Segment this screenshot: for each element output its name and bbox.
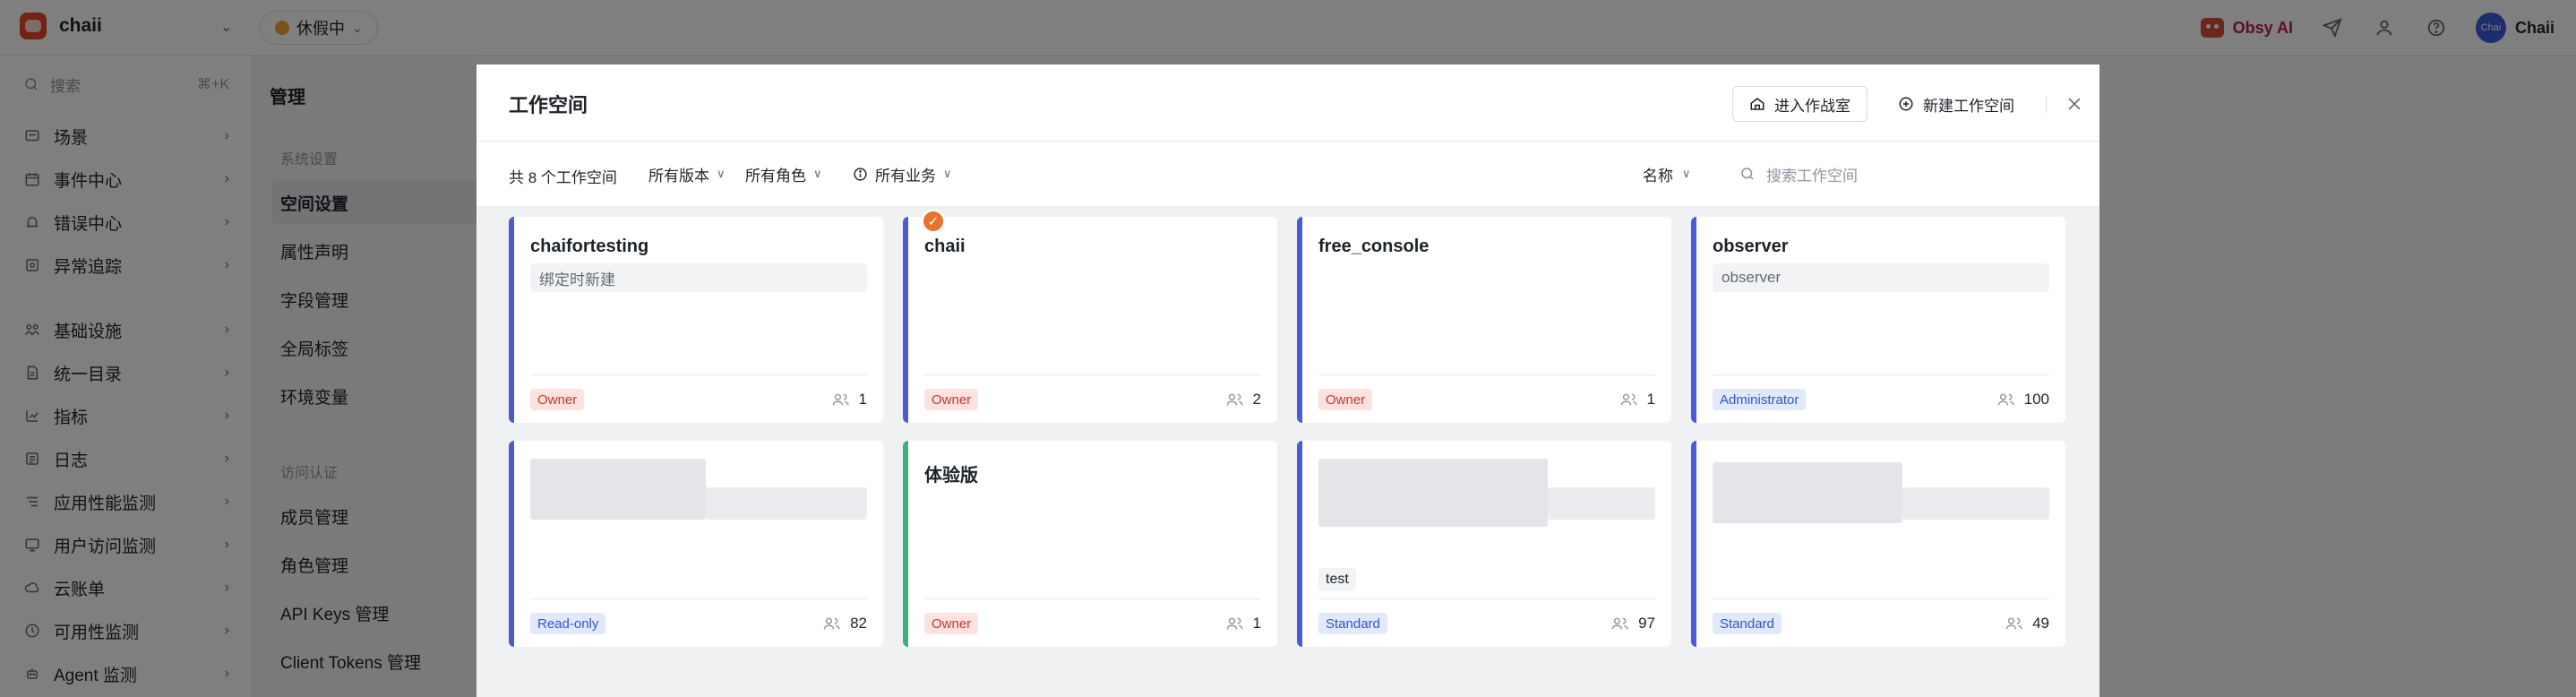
version-filter[interactable]: 所有版本 ∨ — [648, 163, 726, 185]
create-workspace-button[interactable]: 新建工作空间 — [1881, 86, 2031, 122]
member-count-value: 49 — [2032, 615, 2049, 632]
workspace-card[interactable]: Standard 49 — [1691, 441, 2065, 647]
members-icon — [2005, 617, 2022, 630]
workspace-card[interactable]: 体验版 Owner 1 — [903, 441, 1277, 647]
workspace-description: 绑定时新建 — [530, 263, 867, 292]
plus-circle-icon — [1899, 97, 1913, 111]
card-divider — [1318, 374, 1655, 375]
workspace-card[interactable]: chaifortesting 绑定时新建 Owner 1 — [509, 217, 883, 423]
modal-header: 工作空间 进入作战室 新建工作空间 — [477, 65, 2099, 142]
card-divider — [1318, 598, 1655, 599]
description-placeholder — [706, 487, 867, 520]
card-divider — [530, 598, 867, 599]
role-badge: Administrator — [1713, 389, 1807, 410]
version-filter-label: 所有版本 — [648, 167, 709, 185]
workspace-name: 体验版 — [924, 466, 978, 486]
workspace-name: chaifortesting — [530, 237, 649, 256]
header-divider — [2046, 97, 2047, 113]
member-count: 97 — [1611, 613, 1655, 634]
workspace-modal: 工作空间 进入作战室 新建工作空间 共 8 个工作空间 所有版本 ∨ 所有角色 … — [477, 65, 2099, 697]
description-placeholder — [1548, 487, 1655, 520]
chevron-down-icon: ∨ — [717, 167, 726, 180]
member-count: 1 — [1226, 613, 1261, 634]
member-count-value: 2 — [1252, 391, 1261, 408]
sort-label: 名称 — [1643, 167, 1673, 185]
role-badge: Standard — [1713, 613, 1782, 634]
workspace-name: chaii — [924, 237, 966, 256]
home-icon — [1750, 98, 1765, 110]
name-placeholder — [530, 459, 706, 520]
card-divider — [530, 374, 867, 375]
business-filter-label: 所有业务 — [875, 167, 936, 185]
member-count: 100 — [1997, 389, 2049, 410]
role-filter-label: 所有角色 — [745, 167, 806, 185]
chevron-down-icon: ∨ — [943, 167, 952, 180]
workspace-name: observer — [1713, 237, 1789, 256]
role-badge: Owner — [924, 389, 979, 410]
chevron-down-icon: ∨ — [813, 167, 822, 180]
name-placeholder — [1318, 459, 1548, 527]
member-count: 1 — [1620, 389, 1655, 410]
role-badge: Owner — [530, 389, 585, 410]
workspace-card[interactable]: Read-only 82 — [509, 441, 883, 647]
member-count-value: 100 — [2023, 391, 2049, 408]
workspace-search-input[interactable]: 搜索工作空间 — [1739, 159, 2071, 188]
info-icon — [854, 167, 867, 181]
member-count-value: 82 — [850, 615, 867, 632]
role-badge: Standard — [1318, 613, 1387, 634]
workspace-tag: test — [1318, 568, 1356, 591]
role-badge: Owner — [1318, 389, 1373, 410]
search-icon — [1741, 168, 1754, 180]
workspace-card-current[interactable]: chaii Owner 2 — [903, 217, 1277, 423]
members-icon — [1226, 617, 1243, 630]
members-icon — [1620, 393, 1637, 406]
member-count-value: 1 — [858, 391, 867, 408]
workspace-card[interactable]: test Standard 97 — [1297, 441, 1671, 647]
name-placeholder — [1713, 462, 1902, 523]
workspace-search-placeholder: 搜索工作空间 — [1766, 167, 1858, 185]
workspace-description: observer — [1713, 263, 2049, 292]
members-icon — [823, 617, 840, 630]
role-filter[interactable]: 所有角色 ∨ — [745, 163, 822, 185]
enter-war-room-label: 进入作战室 — [1774, 97, 1850, 115]
sort-selector[interactable]: 名称 ∨ — [1643, 163, 1691, 185]
member-count: 1 — [832, 389, 867, 410]
role-badge: Read-only — [530, 613, 606, 634]
workspace-count: 共 8 个工作空间 — [509, 169, 617, 186]
workspace-name: free_console — [1318, 237, 1430, 256]
modal-title: 工作空间 — [509, 94, 588, 116]
card-divider — [1713, 374, 2049, 375]
members-icon — [1997, 393, 2014, 406]
role-badge: Owner — [924, 613, 979, 634]
card-divider — [1713, 598, 2049, 599]
member-count: 82 — [823, 613, 867, 634]
members-icon — [1611, 617, 1628, 630]
members-icon — [832, 393, 849, 406]
member-count-value: 97 — [1638, 615, 1655, 632]
member-count-value: 1 — [1646, 391, 1655, 408]
chevron-down-icon: ∨ — [1682, 167, 1691, 180]
description-placeholder — [1902, 487, 2049, 520]
workspace-card[interactable]: free_console Owner 1 — [1297, 217, 1671, 423]
filter-bar: 共 8 个工作空间 所有版本 ∨ 所有角色 ∨ 所有业务 ∨ 名称 ∨ 搜索工作… — [477, 142, 2099, 206]
members-icon — [1226, 393, 1243, 406]
member-count-value: 1 — [1252, 615, 1261, 632]
create-workspace-label: 新建工作空间 — [1923, 97, 2014, 115]
current-workspace-check-icon: ✓ — [922, 210, 945, 233]
card-divider — [924, 598, 1261, 599]
enter-war-room-button[interactable]: 进入作战室 — [1732, 86, 1868, 122]
business-filter[interactable]: 所有业务 ∨ — [853, 163, 952, 185]
member-count: 2 — [1226, 389, 1261, 410]
member-count: 49 — [2005, 613, 2049, 634]
close-icon[interactable] — [2062, 91, 2087, 116]
workspace-card[interactable]: observer observer Administrator 100 — [1691, 217, 2065, 423]
card-divider — [924, 374, 1261, 375]
